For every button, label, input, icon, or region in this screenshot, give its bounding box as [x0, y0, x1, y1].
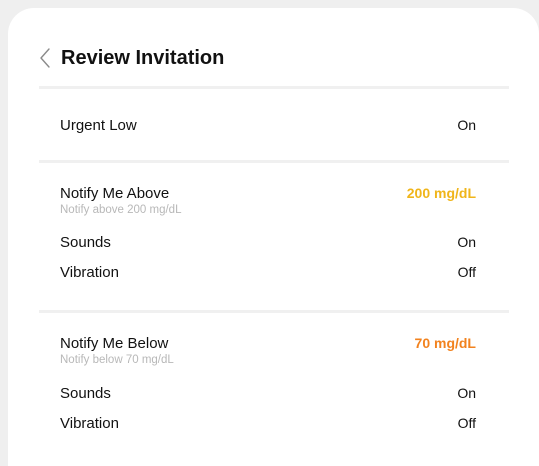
vibration-label: Vibration	[60, 263, 119, 281]
notify-above-value: 200 mg/dL	[406, 185, 476, 201]
chevron-left-icon[interactable]	[38, 47, 52, 69]
divider	[39, 160, 509, 163]
notify-above-sounds-row[interactable]: Sounds On	[60, 232, 476, 252]
notify-below-row[interactable]: Notify Me Below 70 mg/dL	[60, 333, 476, 353]
divider	[39, 310, 509, 313]
urgent-low-value: On	[457, 117, 476, 133]
notify-above-row[interactable]: Notify Me Above 200 mg/dL	[60, 183, 476, 203]
vibration-label: Vibration	[60, 414, 119, 432]
vibration-value: Off	[457, 415, 476, 431]
header: Review Invitation	[38, 46, 224, 70]
notify-above-label: Notify Me Above	[60, 184, 170, 202]
notify-below-hint: Notify below 70 mg/dL	[60, 354, 174, 366]
notify-above-vibration-row[interactable]: Vibration Off	[60, 262, 476, 282]
divider	[39, 86, 509, 89]
notify-below-vibration-row[interactable]: Vibration Off	[60, 413, 476, 433]
sounds-label: Sounds	[60, 384, 111, 402]
notify-below-sounds-row[interactable]: Sounds On	[60, 383, 476, 403]
urgent-low-label: Urgent Low	[60, 116, 137, 134]
notify-above-hint: Notify above 200 mg/dL	[60, 204, 182, 216]
sounds-value: On	[457, 385, 476, 401]
urgent-low-row[interactable]: Urgent Low On	[60, 115, 476, 135]
sounds-value: On	[457, 234, 476, 250]
notify-below-value: 70 mg/dL	[414, 335, 476, 351]
review-invitation-card: Review Invitation Urgent Low On Notify M…	[8, 8, 539, 466]
notify-below-label: Notify Me Below	[60, 334, 169, 352]
page-title: Review Invitation	[61, 46, 225, 69]
sounds-label: Sounds	[60, 233, 111, 251]
vibration-value: Off	[457, 264, 476, 280]
